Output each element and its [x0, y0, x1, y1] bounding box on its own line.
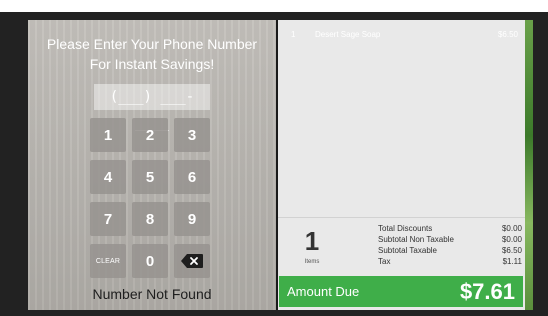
totals-values: $0.00 $0.00 $6.50 $1.11: [502, 223, 522, 267]
key-7[interactable]: 7: [90, 202, 126, 236]
phone-entry-panel: Please Enter Your Phone Number For Insta…: [28, 20, 276, 310]
key-8[interactable]: 8: [132, 202, 168, 236]
phone-prompt: Please Enter Your Phone Number For Insta…: [28, 34, 276, 74]
key-5[interactable]: 5: [132, 160, 168, 194]
subtotal-taxable-label: Subtotal Taxable: [378, 246, 438, 255]
subtotal-non-taxable-value: $0.00: [501, 235, 522, 244]
prompt-line-1: Please Enter Your Phone Number: [46, 36, 258, 52]
key-0[interactable]: 0: [132, 244, 168, 278]
phone-number-input[interactable]: (___) ___-____: [94, 84, 210, 131]
total-discounts-label: Total Discounts: [378, 224, 433, 233]
backspace-button[interactable]: [174, 244, 210, 278]
key-9[interactable]: 9: [174, 202, 210, 236]
key-1[interactable]: 1: [90, 118, 126, 152]
item-price: $6.50: [497, 30, 518, 39]
cart-item-row[interactable]: 1 Desert Sage Soap $6.50: [278, 26, 518, 42]
tax-value: $1.11: [502, 257, 522, 266]
decorative-leaf-edge: [525, 20, 533, 310]
key-3[interactable]: 3: [174, 118, 210, 152]
subtotal-non-taxable-label: Subtotal Non Taxable: [378, 235, 454, 244]
totals-labels: Total Discounts Subtotal Non Taxable Sub…: [378, 223, 454, 267]
totals-summary: 1 Items Total Discounts Subtotal Non Tax…: [278, 218, 525, 268]
cart-panel: 1 Desert Sage Soap $6.50 1 Items Total D…: [278, 20, 533, 310]
total-discounts-value: $0.00: [501, 224, 522, 233]
prompt-line-2: For Instant Savings!: [89, 56, 215, 72]
item-name: Desert Sage Soap: [315, 30, 381, 39]
key-4[interactable]: 4: [90, 160, 126, 194]
key-2[interactable]: 2: [132, 118, 168, 152]
tax-label: Tax: [378, 257, 391, 266]
item-count: 1: [304, 226, 320, 256]
amount-due-value: $7.61: [459, 279, 515, 304]
amount-due-bar: Amount Due $7.61: [279, 276, 523, 307]
pos-screen: Please Enter Your Phone Number For Insta…: [28, 20, 533, 310]
clear-button[interactable]: CLEAR: [90, 244, 126, 278]
amount-due-label: Amount Due: [287, 284, 360, 299]
item-count-label: Items: [304, 259, 320, 265]
item-quantity: 1: [291, 30, 296, 39]
device-bezel: [0, 0, 548, 12]
backspace-icon: [181, 254, 203, 268]
key-6[interactable]: 6: [174, 160, 210, 194]
subtotal-taxable-value: $6.50: [501, 246, 522, 255]
lookup-status-message: Number Not Found: [92, 286, 212, 302]
